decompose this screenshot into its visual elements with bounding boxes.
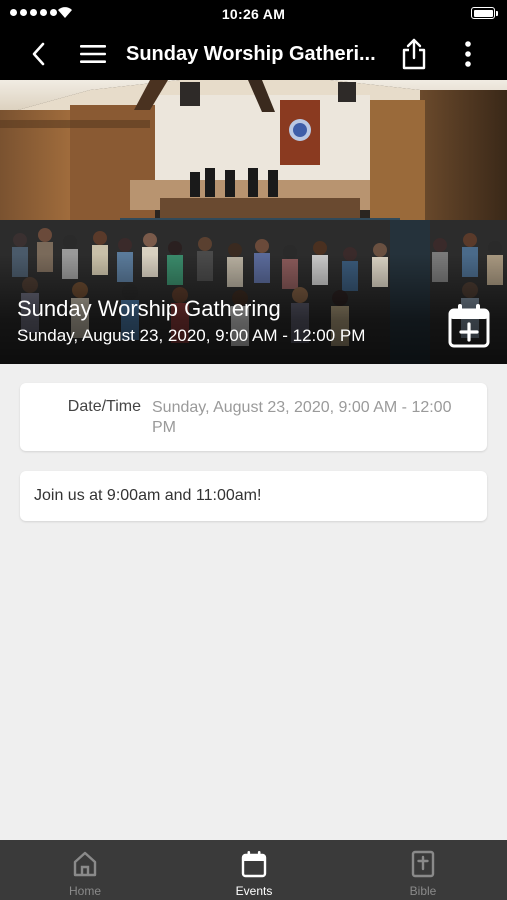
tab-events[interactable]: Events	[194, 840, 314, 900]
home-icon	[73, 851, 97, 877]
more-vertical-icon	[465, 41, 471, 67]
datetime-label: Date/Time	[67, 398, 141, 415]
event-description: Join us at 9:00am and 11:00am!	[34, 487, 262, 504]
datetime-card: Date/Time Sunday, August 23, 2020, 9:00 …	[20, 383, 487, 451]
add-to-calendar-button[interactable]	[447, 303, 491, 349]
tab-home-label: Home	[68, 884, 101, 898]
navigation-bar: Sunday Worship Gatheri...	[0, 28, 507, 80]
calendar-icon	[241, 851, 267, 878]
status-bar: 10:26 AM	[0, 0, 507, 28]
event-hero-image: Sunday Worship Gathering Sunday, August …	[0, 80, 507, 364]
menu-button[interactable]	[76, 28, 110, 80]
hero-event-title: Sunday Worship Gathering	[17, 296, 281, 321]
chevron-left-icon	[32, 42, 45, 66]
tab-home[interactable]: Home	[25, 840, 145, 900]
bible-icon	[411, 850, 435, 878]
page-title: Sunday Worship Gatheri...	[126, 43, 376, 65]
calendar-plus-icon	[448, 304, 490, 348]
tab-bible-label: Bible	[409, 884, 437, 898]
datetime-value: Sunday, August 23, 2020, 9:00 AM - 12:00…	[152, 399, 452, 436]
more-options-button[interactable]	[452, 28, 484, 80]
hamburger-menu-icon	[80, 45, 106, 63]
share-button[interactable]	[396, 28, 432, 80]
bottom-tab-bar: Home Events Bible	[0, 840, 507, 900]
status-time: 10:26 AM	[221, 6, 286, 22]
battery-icon	[471, 7, 498, 19]
back-button[interactable]	[22, 28, 54, 80]
share-icon	[402, 38, 426, 70]
description-card: Join us at 9:00am and 11:00am!	[20, 471, 487, 521]
hero-event-datetime: Sunday, August 23, 2020, 9:00 AM - 12:00…	[17, 326, 366, 345]
tab-bible[interactable]: Bible	[363, 840, 483, 900]
tab-events-label: Events	[235, 884, 273, 898]
